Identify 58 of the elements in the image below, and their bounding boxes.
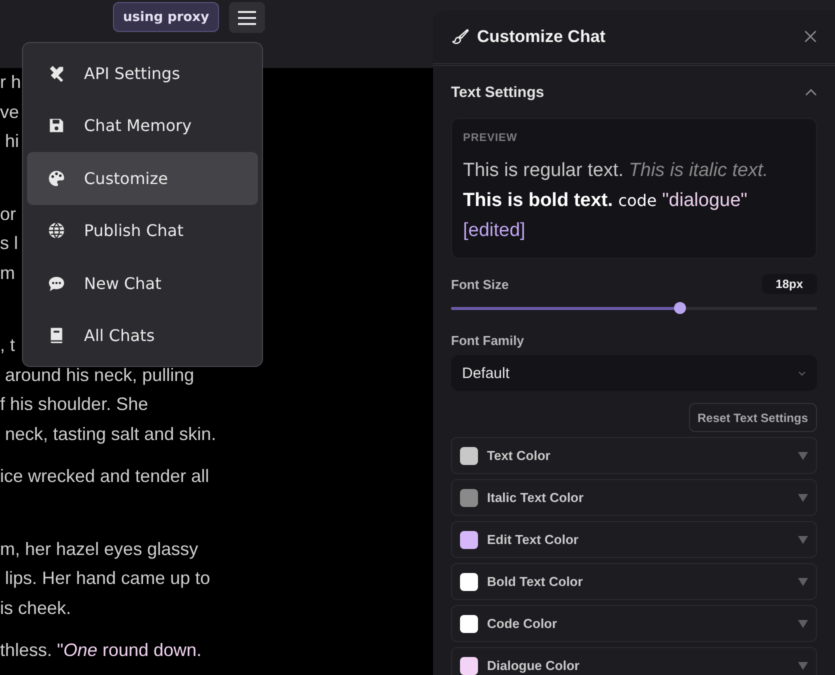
palette-icon: [47, 168, 66, 188]
chat-text-line: neck, tasting salt and skin.: [4, 422, 216, 446]
chat-text-line: lips. Her hand came up to: [4, 567, 210, 590]
chevron-down-icon: [798, 370, 806, 376]
chat-text-line: s l: [0, 232, 18, 255]
caret-icon: [798, 536, 808, 544]
color-setting-row[interactable]: Code Color: [451, 605, 817, 642]
panel-title: Customize Chat: [477, 26, 606, 46]
menu-item[interactable]: Chat Memory: [27, 100, 258, 152]
menu-item[interactable]: API Settings: [27, 47, 258, 100]
tools-icon: [47, 64, 66, 83]
color-label: Dialogue Color: [487, 658, 580, 673]
chat-text-line: , t: [0, 334, 16, 357]
caret-icon: [798, 494, 808, 502]
chat-text-line: is cheek.: [0, 596, 72, 620]
color-setting-row[interactable]: Dialogue Color: [451, 647, 817, 675]
chat-text-line: or: [0, 202, 16, 226]
color-setting-row[interactable]: Italic Text Color: [451, 479, 817, 516]
menu-item[interactable]: All Chats: [27, 310, 258, 362]
chat-text-line: around his neck, pulling: [4, 364, 194, 387]
reset-button[interactable]: Reset Text Settings: [688, 403, 817, 432]
chat-text-line: ice wrecked and tender all: [0, 465, 210, 488]
font-family-label: Font Family: [451, 333, 525, 348]
color-label: Edit Text Color: [487, 532, 580, 547]
preview-text: This is regular text. This is italic text. This is bold text. code "dialogue" [edited]: [463, 159, 770, 243]
color-label: Text Color: [487, 448, 552, 463]
color-label: Italic Text Color: [487, 490, 585, 505]
font-size-label: Font Size: [451, 276, 509, 292]
chat-text-line: hi: [4, 130, 20, 153]
menu-icon: [238, 10, 256, 24]
chat-text-line: f his shoulder. She: [0, 393, 148, 416]
slider-thumb[interactable]: [674, 302, 686, 314]
font-family-select[interactable]: Default: [451, 355, 817, 391]
caret-icon: [798, 578, 808, 586]
globe-icon: [47, 221, 66, 240]
color-setting-row[interactable]: Edit Text Color: [451, 521, 817, 558]
caret-icon: [798, 620, 808, 628]
color-setting-row[interactable]: Text Color: [451, 437, 817, 474]
paint-brush-icon: [452, 28, 469, 45]
chat-text-line: ve: [0, 100, 20, 124]
menu-item[interactable]: Customize: [27, 152, 258, 204]
menu-item[interactable]: New Chat: [27, 257, 258, 310]
color-setting-row[interactable]: Bold Text Color: [451, 563, 817, 600]
chat-text-line: m, her hazel eyes glassy: [0, 538, 198, 561]
caret-icon: [798, 452, 808, 460]
color-label: Code Color: [487, 616, 558, 631]
chat-text-line: thless. "One round down.: [0, 639, 202, 662]
chat-text-line: m: [0, 262, 15, 284]
proxy-badge[interactable]: using proxy: [113, 2, 220, 32]
caret-icon: [798, 662, 808, 670]
chat-text-line: r h: [0, 71, 22, 94]
close-icon[interactable]: [805, 31, 816, 42]
section-header[interactable]: Text Settings: [451, 66, 817, 118]
preview-label: PREVIEW: [463, 132, 518, 144]
color-label: Bold Text Color: [487, 574, 584, 589]
menu-button[interactable]: [229, 2, 266, 33]
menu-item[interactable]: Publish Chat: [27, 204, 258, 257]
font-size-value: 18px: [762, 274, 817, 294]
